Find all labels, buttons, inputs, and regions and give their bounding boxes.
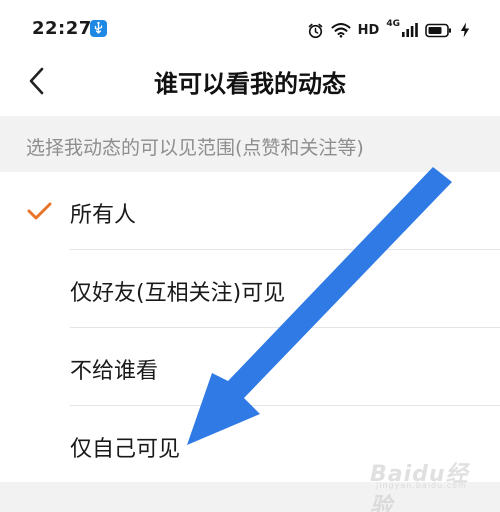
status-time: 22:27 bbox=[32, 18, 92, 39]
signal-icon bbox=[402, 22, 418, 38]
option-hide-from[interactable]: 不给谁看 bbox=[0, 328, 500, 406]
section-hint-text: 选择我动态的可以见范围(点赞和关注等) bbox=[26, 137, 364, 159]
status-bar: 22:27 HD 4G bbox=[0, 0, 500, 60]
page-title: 谁可以看我的动态 bbox=[154, 70, 346, 98]
battery-icon bbox=[425, 23, 453, 38]
wifi-icon bbox=[331, 22, 351, 38]
watermark-sub: jingyan.baidu.com bbox=[376, 481, 467, 490]
option-label: 仅自己可见 bbox=[70, 437, 181, 462]
option-label: 所有人 bbox=[70, 203, 137, 228]
check-icon bbox=[27, 202, 52, 220]
status-icons: HD 4G bbox=[307, 19, 470, 41]
option-label: 仅好友(互相关注)可见 bbox=[70, 281, 286, 306]
network-type-label: 4G bbox=[386, 19, 400, 29]
option-everyone[interactable]: 所有人 bbox=[0, 172, 500, 250]
option-friends-only[interactable]: 仅好友(互相关注)可见 bbox=[0, 250, 500, 328]
section-hint: 选择我动态的可以见范围(点赞和关注等) bbox=[0, 116, 500, 172]
header: 谁可以看我的动态 bbox=[0, 55, 500, 107]
screen: 22:27 HD 4G 谁可以看我的动态 选择我动态的可以见范围(点赞和关注等)… bbox=[0, 0, 500, 512]
visibility-options: 所有人 仅好友(互相关注)可见 不给谁看 仅自己可见 bbox=[0, 172, 500, 484]
charging-icon bbox=[460, 22, 470, 38]
alarm-icon bbox=[307, 22, 324, 39]
usb-icon bbox=[90, 20, 107, 37]
option-label: 不给谁看 bbox=[70, 359, 159, 384]
watermark: Baidu经验 jingyan.baidu.com bbox=[362, 454, 472, 512]
network-hd-label: HD bbox=[357, 22, 380, 38]
